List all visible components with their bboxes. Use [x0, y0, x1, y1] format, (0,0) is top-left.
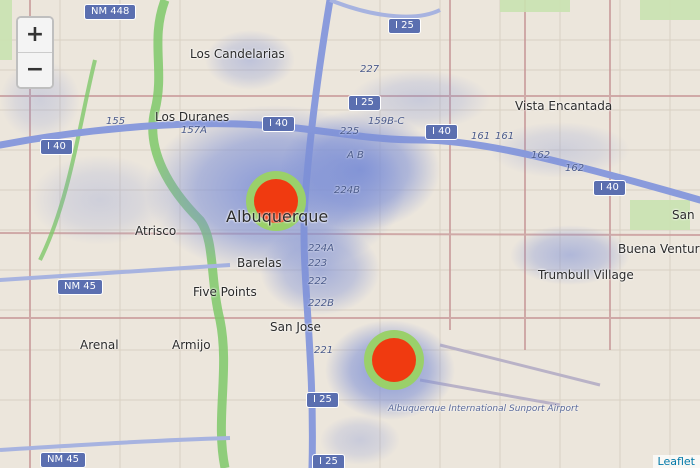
- exit-label: 162: [565, 163, 585, 174]
- highway-shield: NM 448: [84, 4, 137, 20]
- place-label: Vista Encantada: [515, 99, 613, 113]
- zoom-in-button[interactable]: +: [18, 18, 52, 52]
- place-label: San Jose: [270, 320, 321, 334]
- exit-label: 161: [495, 131, 515, 142]
- highway-shield: I 25: [306, 392, 339, 408]
- zoom-control: + −: [16, 16, 54, 89]
- place-label-city: Albuquerque: [226, 207, 329, 226]
- highway-shield: I 40: [262, 116, 295, 132]
- exit-label: 221: [314, 345, 334, 356]
- place-label: Buena Ventur: [618, 242, 700, 256]
- exit-label: 161: [471, 131, 491, 142]
- exit-label: 162: [531, 150, 551, 161]
- exit-label: 224A: [308, 243, 334, 254]
- place-label: Los Duranes: [155, 110, 230, 124]
- place-label: San: [672, 208, 695, 222]
- exit-label: 222: [308, 276, 328, 287]
- highway-shield: NM 45: [40, 452, 87, 468]
- place-label: Armijo: [172, 338, 211, 352]
- exit-label: 157A: [181, 125, 207, 136]
- exit-label: 155: [106, 116, 126, 127]
- highway-shield: I 25: [312, 454, 345, 468]
- attribution-link[interactable]: Leaflet: [652, 455, 700, 468]
- exit-label: A B: [347, 150, 364, 161]
- place-label: Arenal: [80, 338, 119, 352]
- place-label: Los Candelarias: [190, 47, 285, 61]
- exit-label: 222B: [308, 298, 334, 309]
- exit-label: 225: [340, 126, 360, 137]
- highway-shield: I 40: [40, 139, 73, 155]
- zoom-out-button[interactable]: −: [18, 52, 52, 87]
- place-label: Atrisco: [135, 224, 177, 238]
- exit-label: 224B: [334, 185, 360, 196]
- map-tiles: [0, 0, 700, 468]
- highway-shield: I 25: [348, 95, 381, 111]
- place-label-airport: Albuquerque International Sunport Airpor…: [388, 404, 579, 414]
- place-label: Five Points: [193, 285, 257, 299]
- highway-shield: NM 45: [57, 279, 104, 295]
- exit-label: 159B-C: [368, 116, 405, 127]
- highway-shield: I 40: [593, 180, 626, 196]
- highway-shield: I 40: [425, 124, 458, 140]
- place-label: Barelas: [237, 256, 282, 270]
- map-container[interactable]: Los Candelarias Los Duranes Vista Encant…: [0, 0, 700, 468]
- exit-label: 227: [360, 64, 380, 75]
- place-label: Trumbull Village: [538, 268, 634, 282]
- highway-shield: I 25: [388, 18, 421, 34]
- exit-label: 223: [308, 258, 328, 269]
